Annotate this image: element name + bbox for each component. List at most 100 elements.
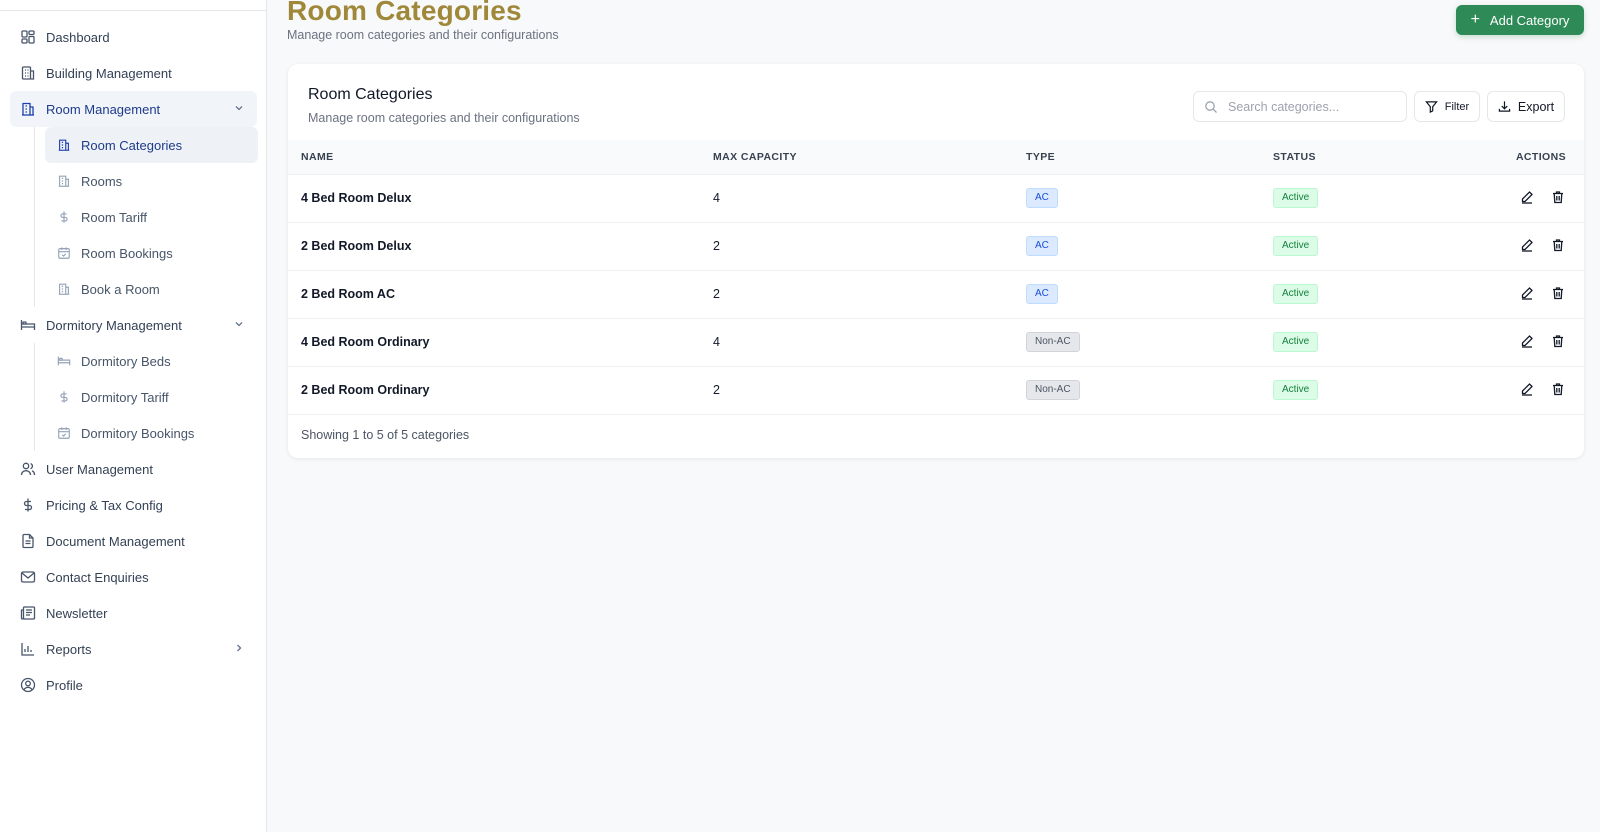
sidebar-nav: Dashboard Building Management Room Manag… bbox=[10, 19, 258, 703]
export-button[interactable]: Export bbox=[1487, 91, 1565, 122]
table-row: 2 Bed Room Ordinary 2 Non-AC Active bbox=[288, 366, 1584, 414]
filter-button[interactable]: Filter bbox=[1414, 91, 1480, 122]
page-subtitle: Manage room categories and their configu… bbox=[287, 28, 559, 42]
delete-icon[interactable] bbox=[1550, 333, 1566, 349]
type-badge: Non-AC bbox=[1026, 332, 1080, 352]
cell-name: 4 Bed Room Delux bbox=[301, 191, 412, 205]
sidebar-item-dormitory-management[interactable]: Dormitory Management bbox=[10, 307, 257, 343]
card-title: Room Categories bbox=[308, 86, 433, 103]
add-category-button[interactable]: + Add Category bbox=[1456, 5, 1584, 35]
dollar-icon bbox=[57, 210, 71, 224]
type-badge: AC bbox=[1026, 284, 1058, 304]
sidebar-item-book-a-room[interactable]: Book a Room bbox=[45, 271, 258, 307]
sidebar-item-user-management[interactable]: User Management bbox=[10, 451, 257, 487]
sidebar-item-reports[interactable]: Reports bbox=[10, 631, 257, 667]
sidebar-item-contact-enquiries[interactable]: Contact Enquiries bbox=[10, 559, 257, 595]
calendar-icon bbox=[57, 246, 71, 260]
sidebar-item-label: Dormitory Tariff bbox=[81, 389, 169, 405]
sidebar-item-room-bookings[interactable]: Room Bookings bbox=[45, 235, 258, 271]
room-management-submenu: Room Categories Rooms Room Tariff Room B… bbox=[34, 127, 258, 307]
sidebar-item-building-management[interactable]: Building Management bbox=[10, 55, 257, 91]
table-row: 4 Bed Room Ordinary 4 Non-AC Active bbox=[288, 318, 1584, 366]
sidebar-item-document-management[interactable]: Document Management bbox=[10, 523, 257, 559]
filter-label: Filter bbox=[1444, 100, 1470, 113]
column-header-max-capacity[interactable]: MAX CAPACITY bbox=[713, 140, 1026, 175]
mail-icon bbox=[20, 569, 36, 585]
column-header-name[interactable]: NAME bbox=[288, 140, 713, 175]
newspaper-icon bbox=[20, 605, 36, 621]
table-header-row: NAME MAX CAPACITY TYPE STATUS ACTIONS bbox=[288, 140, 1584, 175]
cell-name: 2 Bed Room Ordinary bbox=[301, 383, 430, 397]
sidebar-item-label: Document Management bbox=[46, 533, 185, 549]
dollar-icon bbox=[57, 390, 71, 404]
sidebar-item-room-tariff[interactable]: Room Tariff bbox=[45, 199, 258, 235]
card-subtitle: Manage room categories and their configu… bbox=[308, 111, 580, 125]
type-badge: Non-AC bbox=[1026, 380, 1080, 400]
sidebar: Dashboard Building Management Room Manag… bbox=[0, 0, 267, 832]
calendar-icon bbox=[57, 426, 71, 440]
delete-icon[interactable] bbox=[1550, 189, 1566, 205]
column-header-status[interactable]: STATUS bbox=[1273, 140, 1473, 175]
sidebar-item-room-categories[interactable]: Room Categories bbox=[45, 127, 258, 163]
pagination-summary: Showing 1 to 5 of 5 categories bbox=[301, 428, 470, 442]
chevron-down-icon bbox=[233, 318, 245, 330]
sidebar-item-label: Dashboard bbox=[46, 29, 110, 45]
sidebar-item-label: Room Tariff bbox=[81, 209, 147, 225]
delete-icon[interactable] bbox=[1550, 381, 1566, 397]
sidebar-item-newsletter[interactable]: Newsletter bbox=[10, 595, 257, 631]
status-badge: Active bbox=[1273, 236, 1319, 256]
sidebar-item-dormitory-bookings[interactable]: Dormitory Bookings bbox=[45, 415, 258, 451]
bed-icon bbox=[57, 354, 71, 368]
dormitory-management-submenu: Dormitory Beds Dormitory Tariff Dormitor… bbox=[34, 343, 257, 451]
sidebar-item-label: Profile bbox=[46, 677, 83, 693]
room-categories-card: Room Categories Manage room categories a… bbox=[288, 64, 1584, 458]
edit-icon[interactable] bbox=[1519, 381, 1535, 397]
chart-icon bbox=[20, 641, 36, 657]
column-header-type[interactable]: TYPE bbox=[1026, 140, 1273, 175]
sidebar-item-pricing-tax-config[interactable]: Pricing & Tax Config bbox=[10, 487, 257, 523]
cell-name: 2 Bed Room Delux bbox=[301, 239, 412, 253]
sidebar-item-label: Dormitory Management bbox=[46, 317, 182, 333]
sidebar-item-label: Room Categories bbox=[81, 137, 183, 153]
sidebar-item-label: Rooms bbox=[81, 173, 123, 189]
edit-icon[interactable] bbox=[1519, 285, 1535, 301]
sidebar-item-label: Reports bbox=[46, 641, 92, 657]
delete-icon[interactable] bbox=[1550, 285, 1566, 301]
search-icon bbox=[1204, 100, 1218, 114]
sidebar-item-room-management[interactable]: Room Management bbox=[10, 91, 257, 127]
sidebar-item-label: Book a Room bbox=[81, 281, 160, 297]
room-building-icon bbox=[57, 282, 71, 296]
sidebar-item-dashboard[interactable]: Dashboard bbox=[10, 19, 257, 55]
download-icon bbox=[1498, 101, 1511, 112]
sidebar-item-label: Newsletter bbox=[46, 605, 108, 621]
status-badge: Active bbox=[1273, 332, 1319, 352]
search-input[interactable] bbox=[1228, 92, 1403, 121]
sidebar-item-profile[interactable]: Profile bbox=[10, 667, 257, 703]
type-badge: AC bbox=[1026, 236, 1058, 256]
sidebar-item-label: Room Bookings bbox=[81, 245, 173, 261]
edit-icon[interactable] bbox=[1519, 333, 1535, 349]
sidebar-item-label: Dormitory Beds bbox=[81, 353, 171, 369]
status-badge: Active bbox=[1273, 284, 1319, 304]
status-badge: Active bbox=[1273, 188, 1319, 208]
table-row: 4 Bed Room Delux 4 AC Active bbox=[288, 174, 1584, 222]
page-title: Room Categories bbox=[287, 0, 522, 26]
type-badge: AC bbox=[1026, 188, 1058, 208]
export-label: Export bbox=[1517, 99, 1555, 114]
table-row: 2 Bed Room AC 2 AC Active bbox=[288, 270, 1584, 318]
sidebar-item-label: Contact Enquiries bbox=[46, 569, 149, 585]
sidebar-item-label: Pricing & Tax Config bbox=[46, 497, 163, 513]
sidebar-item-dormitory-tariff[interactable]: Dormitory Tariff bbox=[45, 379, 258, 415]
document-icon bbox=[20, 533, 36, 549]
edit-icon[interactable] bbox=[1519, 189, 1535, 205]
sidebar-item-label: Room Management bbox=[46, 101, 161, 117]
sidebar-item-dormitory-beds[interactable]: Dormitory Beds bbox=[45, 343, 258, 379]
sidebar-item-label: Dormitory Bookings bbox=[81, 425, 195, 441]
cell-capacity: 2 bbox=[713, 239, 720, 253]
sidebar-item-rooms[interactable]: Rooms bbox=[45, 163, 258, 199]
edit-icon[interactable] bbox=[1519, 237, 1535, 253]
add-category-label: Add Category bbox=[1489, 12, 1570, 28]
delete-icon[interactable] bbox=[1550, 237, 1566, 253]
chevron-down-icon bbox=[233, 102, 245, 114]
cell-capacity: 4 bbox=[713, 191, 720, 205]
